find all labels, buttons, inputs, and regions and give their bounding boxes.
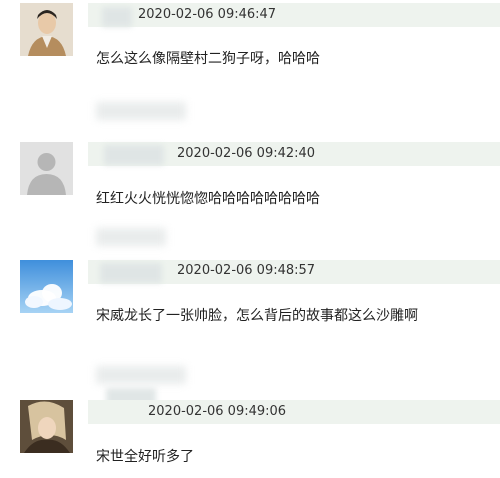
username-blurred: [100, 263, 162, 283]
user-avatar[interactable]: [20, 142, 73, 195]
blurred-region: [96, 366, 186, 384]
comment-text: 红红火火恍恍惚惚哈哈哈哈哈哈哈哈: [96, 191, 320, 207]
user-avatar[interactable]: [20, 260, 73, 313]
user-avatar[interactable]: [20, 400, 73, 453]
comment-item: 2020-02-06 09:42:40 红红火火恍恍惚惚哈哈哈哈哈哈哈哈: [0, 100, 500, 220]
blurred-region: [96, 228, 166, 246]
comment-text: 宋威龙长了一张帅脸，怎么背后的故事都这么沙雕啊: [96, 308, 418, 324]
comment-timestamp: 2020-02-06 09:42:40: [177, 146, 316, 161]
default-user-icon: [20, 142, 73, 195]
user-photo-icon: [20, 400, 73, 453]
comment-item: 2020-02-06 09:48:57 宋威龙长了一张帅脸，怎么背后的故事都这么…: [0, 220, 500, 340]
comment-item: 2020-02-06 09:49:06 宋世全好听多了: [0, 360, 500, 478]
username-blurred: [104, 145, 164, 165]
user-photo-icon: [20, 3, 73, 56]
comment-text: 宋世全好听多了: [96, 449, 194, 465]
sky-clouds-icon: [20, 260, 73, 313]
blurred-region: [96, 102, 186, 120]
comment-timestamp: 2020-02-06 09:46:47: [138, 7, 277, 22]
comment-timestamp: 2020-02-06 09:48:57: [177, 263, 316, 278]
username-blurred: [102, 7, 132, 27]
user-avatar[interactable]: [20, 3, 73, 56]
comment-text: 怎么这么像隔壁村二狗子呀，哈哈哈: [96, 51, 320, 67]
comment-timestamp: 2020-02-06 09:49:06: [148, 404, 287, 419]
